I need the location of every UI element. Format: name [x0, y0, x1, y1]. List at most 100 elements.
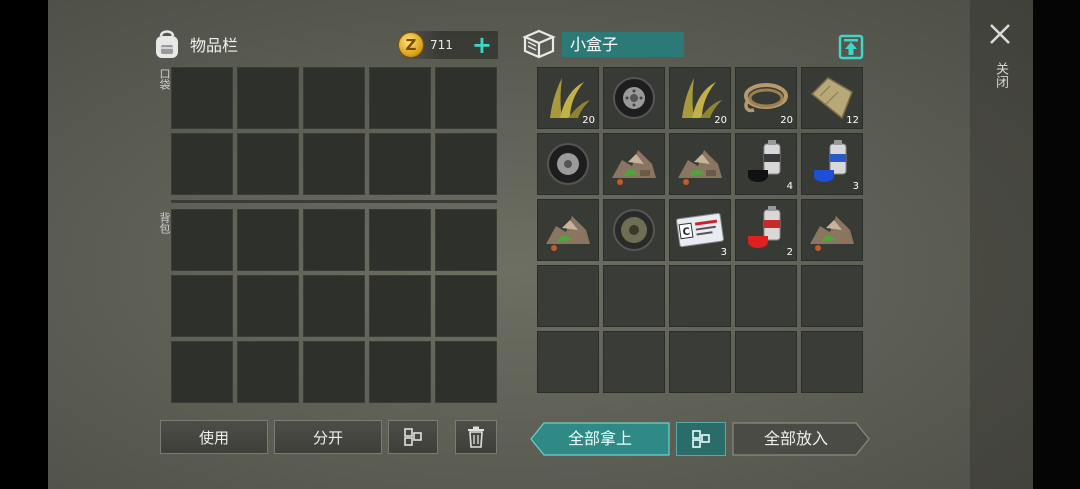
backpack-label: 背包: [158, 212, 171, 234]
pocket-slot[interactable]: [237, 133, 299, 195]
backpack-slot[interactable]: [237, 341, 299, 403]
container-slot[interactable]: [537, 133, 599, 195]
backpack-slot[interactable]: [171, 341, 233, 403]
sort-inventory-button[interactable]: [388, 420, 438, 454]
backpack-slot[interactable]: [369, 341, 431, 403]
container-header: 小盒子: [522, 28, 684, 60]
split-button[interactable]: 分开: [274, 420, 382, 454]
pocket-slot[interactable]: [369, 67, 431, 129]
section-divider: [171, 200, 497, 203]
pocket-slot[interactable]: [303, 67, 365, 129]
container-slot[interactable]: 2: [735, 199, 797, 261]
pocket-slot[interactable]: [237, 67, 299, 129]
spray-can-blue-icon: [814, 140, 847, 182]
screen-edge: [1033, 0, 1080, 489]
container-slot[interactable]: 20: [669, 67, 731, 129]
coin-icon: Z: [398, 32, 424, 58]
item-quantity: 20: [582, 115, 595, 126]
pocket-slot[interactable]: [303, 133, 365, 195]
item-quantity: 20: [714, 115, 727, 126]
container-slot[interactable]: [801, 199, 863, 261]
item-quantity: 3: [720, 247, 727, 258]
trash-icon: [468, 426, 484, 448]
backpack-slot[interactable]: [369, 209, 431, 271]
take-all-button[interactable]: 全部拿上: [530, 422, 670, 456]
tire-icon: [613, 77, 655, 119]
container-slot[interactable]: 12: [801, 67, 863, 129]
container-slot[interactable]: [735, 331, 797, 393]
backpack-slot[interactable]: [303, 341, 365, 403]
spray-can-black-icon: [748, 140, 781, 182]
container-grid: 20 20 20 12 4 3 C 3 2: [537, 67, 863, 404]
scrap-pile-icon: [546, 216, 590, 251]
pocket-grid: [171, 67, 497, 195]
backpack-slot[interactable]: [435, 275, 497, 337]
pocket-slot[interactable]: [171, 133, 233, 195]
inventory-title: 物品栏: [190, 36, 239, 55]
coin-amount: 711: [430, 38, 453, 52]
backpack-grid: [171, 209, 497, 403]
upload-icon[interactable]: [838, 34, 864, 60]
sort-grid-icon: [404, 428, 422, 446]
container-slot[interactable]: [603, 133, 665, 195]
item-quantity: 12: [846, 115, 859, 126]
container-slot[interactable]: 4: [735, 133, 797, 195]
item-quantity: 3: [852, 181, 859, 192]
close-label[interactable]: 关闭: [990, 62, 1010, 88]
pocket-slot[interactable]: [435, 133, 497, 195]
pocket-label: 口袋: [158, 68, 171, 90]
container-slot[interactable]: [537, 265, 599, 327]
pocket-slot[interactable]: [171, 67, 233, 129]
coin-counter: Z 711 +: [398, 31, 498, 59]
container-slot[interactable]: [669, 265, 731, 327]
trash-button[interactable]: [455, 420, 497, 454]
backpack-icon: [156, 30, 178, 58]
backpack-slot[interactable]: [303, 275, 365, 337]
container-slot[interactable]: [603, 265, 665, 327]
container-slot[interactable]: [735, 265, 797, 327]
backpack-slot[interactable]: [171, 209, 233, 271]
close-icon[interactable]: [988, 22, 1012, 46]
scrap-pile-icon: [810, 216, 854, 251]
container-name[interactable]: 小盒子: [562, 31, 684, 57]
wheel-icon: [613, 209, 655, 251]
backpack-slot[interactable]: [369, 275, 431, 337]
container-slot[interactable]: [537, 199, 599, 261]
container-slot[interactable]: [801, 265, 863, 327]
item-quantity: 2: [786, 247, 793, 258]
spray-can-red-icon: [748, 206, 781, 248]
pocket-slot[interactable]: [369, 133, 431, 195]
container-slot[interactable]: [801, 331, 863, 393]
container-slot[interactable]: [537, 331, 599, 393]
item-quantity: 20: [780, 115, 793, 126]
svg-text:C: C: [682, 226, 691, 238]
container-slot[interactable]: [603, 67, 665, 129]
container-slot[interactable]: C 3: [669, 199, 731, 261]
sort-container-button[interactable]: [676, 422, 726, 456]
pocket-slot[interactable]: [435, 67, 497, 129]
put-all-button[interactable]: 全部放入: [732, 422, 870, 456]
backpack-slot[interactable]: [435, 209, 497, 271]
container-slot[interactable]: 20: [537, 67, 599, 129]
backpack-slot[interactable]: [435, 341, 497, 403]
container-slot[interactable]: 20: [735, 67, 797, 129]
take-all-label: 全部拿上: [567, 429, 632, 448]
backpack-slot[interactable]: [171, 275, 233, 337]
tire-icon: [547, 143, 589, 185]
scrap-pile-icon: [678, 150, 722, 185]
box-icon: [522, 29, 556, 59]
container-slot[interactable]: [603, 331, 665, 393]
add-coins-button[interactable]: +: [472, 31, 492, 59]
put-all-label: 全部放入: [763, 429, 828, 448]
container-slot[interactable]: [669, 331, 731, 393]
backpack-slot[interactable]: [237, 275, 299, 337]
item-quantity: 4: [786, 181, 793, 192]
backpack-slot[interactable]: [237, 209, 299, 271]
scrap-pile-icon: [612, 150, 656, 185]
container-slot[interactable]: [669, 133, 731, 195]
backpack-slot[interactable]: [303, 209, 365, 271]
sort-grid-icon: [692, 430, 710, 448]
container-slot[interactable]: [603, 199, 665, 261]
use-button[interactable]: 使用: [160, 420, 268, 454]
container-slot[interactable]: 3: [801, 133, 863, 195]
